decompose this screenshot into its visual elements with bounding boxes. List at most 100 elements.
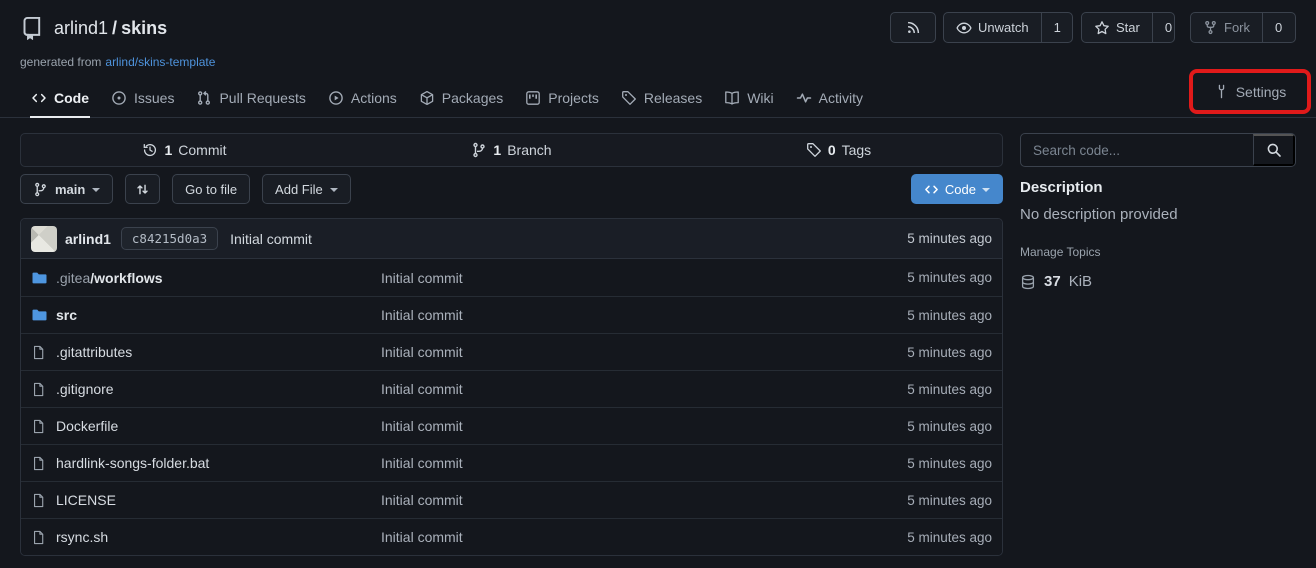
branches-label: Branch bbox=[507, 142, 551, 158]
commit-sha-link[interactable]: c84215d0a3 bbox=[121, 227, 218, 250]
tab-label: Actions bbox=[351, 90, 397, 106]
file-name-link[interactable]: rsync.sh bbox=[56, 529, 108, 545]
file-row[interactable]: LICENSE Initial commit 5 minutes ago bbox=[21, 481, 1002, 518]
tab-label: Projects bbox=[548, 90, 599, 106]
row-commit-message-link[interactable]: Initial commit bbox=[381, 381, 463, 397]
commits-count: 1 bbox=[164, 142, 172, 158]
package-icon bbox=[419, 90, 435, 106]
play-circle-icon bbox=[328, 90, 344, 106]
branches-stat[interactable]: 1 Branch bbox=[348, 142, 675, 158]
tag-icon bbox=[621, 90, 637, 106]
tab-wiki[interactable]: Wiki bbox=[713, 78, 784, 117]
forks-count[interactable]: 0 bbox=[1262, 13, 1294, 42]
star-button[interactable]: Star bbox=[1082, 13, 1152, 42]
commit-time: 5 minutes ago bbox=[907, 231, 992, 246]
file-name-link[interactable]: .gitignore bbox=[56, 381, 114, 397]
commit-message-link[interactable]: Initial commit bbox=[230, 231, 312, 247]
caret-down-icon bbox=[330, 188, 338, 192]
row-commit-message-link[interactable]: Initial commit bbox=[381, 418, 463, 434]
tags-stat[interactable]: 0 Tags bbox=[675, 142, 1002, 158]
git-branch-icon bbox=[471, 142, 487, 158]
file-row[interactable]: .gitattributes Initial commit 5 minutes … bbox=[21, 333, 1002, 370]
file-name-link[interactable]: LICENSE bbox=[56, 492, 116, 508]
search-input[interactable] bbox=[1021, 134, 1253, 166]
code-download-button[interactable]: Code bbox=[911, 174, 1003, 204]
tab-pull-requests[interactable]: Pull Requests bbox=[185, 78, 316, 117]
commits-stat[interactable]: 1 Commit bbox=[21, 142, 348, 158]
tags-count: 0 bbox=[828, 142, 836, 158]
row-commit-message-link[interactable]: Initial commit bbox=[381, 270, 463, 286]
row-commit-time: 5 minutes ago bbox=[907, 345, 992, 360]
file-row[interactable]: src Initial commit 5 minutes ago bbox=[21, 296, 1002, 333]
file-row[interactable]: .gitea/workflows Initial commit 5 minute… bbox=[21, 259, 1002, 296]
template-repo-link[interactable]: arlind/skins-template bbox=[105, 55, 215, 69]
row-commit-time: 5 minutes ago bbox=[907, 456, 992, 471]
repo-separator: / bbox=[112, 18, 117, 38]
commit-author-link[interactable]: arlind1 bbox=[65, 231, 111, 247]
file-name-link[interactable]: hardlink-songs-folder.bat bbox=[56, 455, 209, 471]
row-commit-message-link[interactable]: Initial commit bbox=[381, 529, 463, 545]
tab-activity[interactable]: Activity bbox=[785, 78, 874, 117]
generated-from-label: generated from bbox=[20, 55, 101, 69]
file-icon bbox=[31, 493, 47, 508]
repo-size-value: 37 bbox=[1044, 273, 1061, 290]
tab-packages[interactable]: Packages bbox=[408, 78, 514, 117]
tab-releases[interactable]: Releases bbox=[610, 78, 713, 117]
row-commit-time: 5 minutes ago bbox=[907, 270, 992, 285]
rss-button[interactable] bbox=[890, 12, 936, 43]
file-row[interactable]: Dockerfile Initial commit 5 minutes ago bbox=[21, 407, 1002, 444]
tab-label: Code bbox=[54, 90, 89, 106]
tab-code[interactable]: Code bbox=[20, 78, 100, 117]
tab-issues[interactable]: Issues bbox=[100, 78, 185, 117]
go-to-file-button[interactable]: Go to file bbox=[172, 174, 250, 204]
unwatch-button[interactable]: Unwatch bbox=[944, 13, 1041, 42]
code-search bbox=[1020, 133, 1296, 167]
file-row[interactable]: rsync.sh Initial commit 5 minutes ago bbox=[21, 518, 1002, 555]
file-name-link[interactable]: src bbox=[56, 307, 77, 323]
file-name-link[interactable]: .gitea/workflows bbox=[56, 270, 163, 286]
code-icon bbox=[31, 90, 47, 106]
repo-owner-link[interactable]: arlind1 bbox=[54, 18, 108, 38]
tab-actions[interactable]: Actions bbox=[317, 78, 408, 117]
file-name-link[interactable]: .gitattributes bbox=[56, 344, 132, 360]
avatar[interactable] bbox=[31, 226, 57, 252]
row-commit-message-link[interactable]: Initial commit bbox=[381, 307, 463, 323]
manage-topics-link[interactable]: Manage Topics bbox=[1020, 245, 1101, 259]
fork-label: Fork bbox=[1224, 20, 1250, 35]
repo-name-link[interactable]: skins bbox=[121, 18, 167, 38]
tab-label: Releases bbox=[644, 90, 702, 106]
watch-button-group: Unwatch 1 bbox=[943, 12, 1073, 43]
tab-settings[interactable]: Settings bbox=[1214, 84, 1287, 100]
branch-selector[interactable]: main bbox=[20, 174, 113, 204]
project-icon bbox=[525, 90, 541, 106]
file-row[interactable]: hardlink-songs-folder.bat Initial commit… bbox=[21, 444, 1002, 481]
tab-label: Wiki bbox=[747, 90, 773, 106]
tab-projects[interactable]: Projects bbox=[514, 78, 610, 117]
row-commit-message-link[interactable]: Initial commit bbox=[381, 344, 463, 360]
file-name: .gitignore bbox=[56, 381, 114, 397]
file-row[interactable]: .gitignore Initial commit 5 minutes ago bbox=[21, 370, 1002, 407]
search-button[interactable] bbox=[1253, 134, 1295, 166]
compare-icon bbox=[135, 182, 150, 197]
file-icon bbox=[31, 382, 47, 397]
repo-size: 37 KiB bbox=[1020, 273, 1092, 290]
star-button-group: Star 0 bbox=[1081, 12, 1175, 43]
stars-count[interactable]: 0 bbox=[1152, 13, 1184, 42]
issue-opened-icon bbox=[111, 90, 127, 106]
code-button-label: Code bbox=[945, 182, 976, 197]
row-commit-message-link[interactable]: Initial commit bbox=[381, 492, 463, 508]
file-name: hardlink-songs-folder.bat bbox=[56, 455, 209, 471]
description-text: No description provided bbox=[1020, 206, 1178, 223]
fork-icon bbox=[1203, 20, 1218, 35]
row-commit-time: 5 minutes ago bbox=[907, 419, 992, 434]
file-name-link[interactable]: Dockerfile bbox=[56, 418, 118, 434]
fork-button-group: Fork 0 bbox=[1190, 12, 1296, 43]
description-heading: Description bbox=[1020, 179, 1103, 196]
fork-button[interactable]: Fork bbox=[1191, 13, 1262, 42]
row-commit-message-link[interactable]: Initial commit bbox=[381, 455, 463, 471]
add-file-button[interactable]: Add File bbox=[262, 174, 351, 204]
tab-label: Issues bbox=[134, 90, 174, 106]
compare-branches-button[interactable] bbox=[125, 174, 160, 204]
file-name: Dockerfile bbox=[56, 418, 118, 434]
watchers-count[interactable]: 1 bbox=[1041, 13, 1073, 42]
